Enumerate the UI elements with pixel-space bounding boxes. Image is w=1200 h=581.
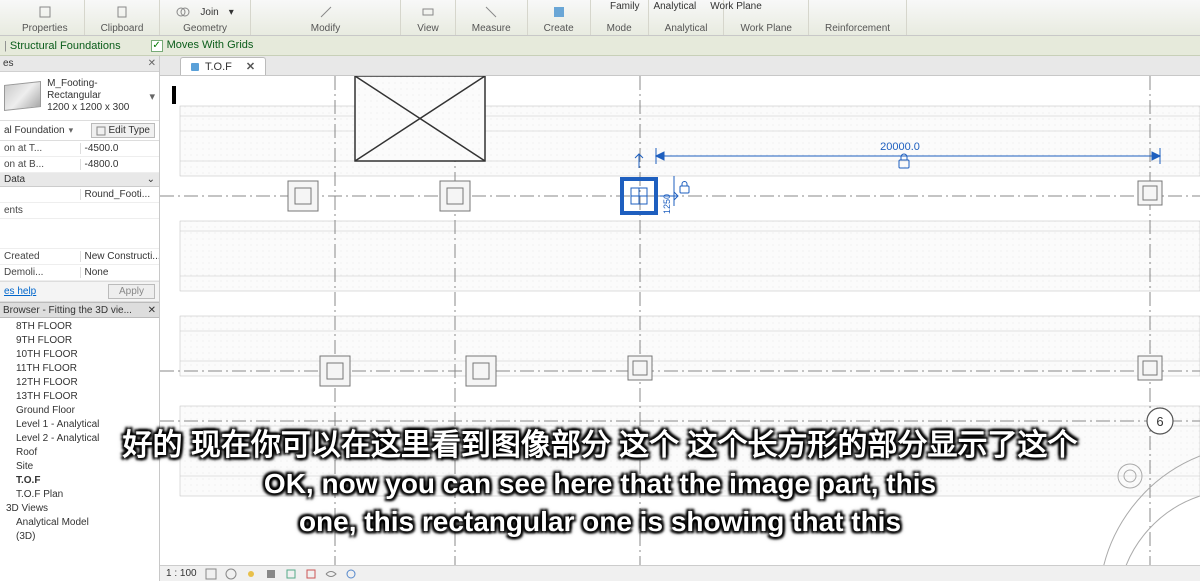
type-name: M_Footing-Rectangular [47,78,143,102]
tree-item[interactable]: Analytical Model [14,516,159,530]
properties-help-link[interactable]: es help [4,286,36,297]
ribbon-group-modify: Modify [251,0,401,35]
tree-item[interactable]: 11TH FLOOR [14,362,159,376]
edit-icon [96,126,106,136]
prop-section-data[interactable]: Data⌄ [0,173,159,187]
ribbon-row2: Family Analytical Work Plane [610,1,762,12]
category-row: al Foundation▾ Edit Type [0,121,159,141]
prop-row[interactable]: ents [0,203,159,219]
moves-with-grids-check[interactable]: ✓Moves With Grids [151,39,254,52]
close-icon[interactable]: ✕ [148,305,156,316]
view-icon[interactable] [421,5,435,19]
join-label[interactable]: Join [200,7,218,18]
ribbon-tab-analytical[interactable]: Analytical [653,1,696,12]
ribbon-group-clipboard: Clipboard [85,0,161,35]
ribbon-group-create: Create [528,0,591,35]
ribbon-tab-family[interactable]: Family [610,1,639,12]
type-selector[interactable]: M_Footing-Rectangular 1200 x 1200 x 300 … [0,72,159,121]
options-bar: | Structural Foundations ✓Moves With Gri… [0,36,1200,56]
grid-bubble: 6 [1147,408,1173,434]
sun-path-icon[interactable] [245,568,257,580]
left-panel: es ✕ M_Footing-Rectangular 1200 x 1200 x… [0,56,160,581]
detail-level-icon[interactable] [205,568,217,580]
edit-type-button[interactable]: Edit Type [91,123,155,138]
apply-button[interactable]: Apply [108,284,155,299]
checkbox-icon: ✓ [151,40,163,52]
ribbon-tab-workplane[interactable]: Work Plane [710,1,762,12]
chevron-down-icon: ▾ [149,90,155,103]
svg-text:1250: 1250 [662,194,672,214]
ribbon-group-geometry: Join▾ Geometry [160,0,250,35]
prop-row-spacer [0,219,159,249]
tree-item[interactable]: Level 2 - Analytical [14,432,159,446]
join-icon[interactable] [176,5,190,19]
tree-item[interactable]: Level 1 - Analytical [14,418,159,432]
view-tab[interactable]: T.O.F ✕ [180,57,266,75]
tree-item[interactable]: (3D) [14,530,159,544]
prop-row[interactable]: Created New Constructi... [0,249,159,265]
clipboard-icon[interactable] [115,5,129,19]
prop-row[interactable]: Demoli... None [0,265,159,281]
tree-item[interactable]: 13TH FLOOR [14,390,159,404]
tree-item[interactable]: T.O.F Plan [14,488,159,502]
properties-footer: es help Apply [0,281,159,302]
properties-grid: on at T... -4500.0 on at B... -4800.0 Da… [0,141,159,281]
tree-item-selected[interactable]: T.O.F [14,474,159,488]
svg-text:20000.0: 20000.0 [880,141,920,153]
visual-style-icon[interactable] [225,568,237,580]
view-icon [191,63,199,71]
tree-item[interactable]: Site [14,460,159,474]
expand-icon: ⌄ [147,174,155,185]
tree-item[interactable]: Roof [14,446,159,460]
tree-item[interactable]: 8TH FLOOR [14,320,159,334]
close-icon[interactable]: ✕ [148,58,156,69]
scale-control[interactable]: 1 : 100 [166,568,197,579]
view-tabs: T.O.F ✕ [160,56,1200,76]
view-canvas[interactable]: T.O.F ✕ [160,56,1200,565]
project-browser-tree[interactable]: 8TH FLOOR 9TH FLOOR 10TH FLOOR 11TH FLOO… [0,318,159,581]
view-tab-label: T.O.F [205,61,232,73]
close-icon[interactable]: ✕ [246,60,255,73]
ribbon: Family Analytical Work Plane Properties … [0,0,1200,36]
crop-icon[interactable] [285,568,297,580]
tree-item[interactable]: 9TH FLOOR [14,334,159,348]
create-icon[interactable] [552,5,566,19]
prop-row[interactable]: Round_Footi... [0,187,159,203]
hide-icon[interactable] [325,568,337,580]
tree-item[interactable]: 10TH FLOOR [14,348,159,362]
reveal-icon[interactable] [345,568,357,580]
tree-header[interactable]: 3D Views [4,502,159,516]
context-label: Structural Foundations [10,40,121,52]
modify-tool-icon[interactable] [319,5,333,19]
ribbon-group-properties: Properties [6,0,85,35]
prop-row[interactable]: on at B... -4800.0 [0,157,159,173]
properties-panel-header: es ✕ [0,56,159,72]
type-size: 1200 x 1200 x 300 [47,102,143,114]
project-browser-header[interactable]: Browser - Fitting the 3D vie... ✕ [0,302,159,318]
prop-row[interactable]: on at T... -4500.0 [0,141,159,157]
tree-item[interactable]: 12TH FLOOR [14,376,159,390]
type-thumbnail [4,81,41,111]
crop-visible-icon[interactable] [305,568,317,580]
measure-icon[interactable] [484,5,498,19]
plan-drawing: 20000.0 1250 6 [160,76,1200,565]
view-control-bar: 1 : 100 [160,565,1200,581]
tree-item[interactable]: Ground Floor [14,404,159,418]
ribbon-group-measure: Measure [456,0,528,35]
svg-text:6: 6 [1156,414,1163,429]
drawing-area[interactable]: 20000.0 1250 6 [160,76,1200,565]
ribbon-group-reinforcement: Reinforcement [809,0,907,35]
properties-icon[interactable] [38,5,52,19]
ribbon-group-view: View [401,0,456,35]
shadows-icon[interactable] [265,568,277,580]
